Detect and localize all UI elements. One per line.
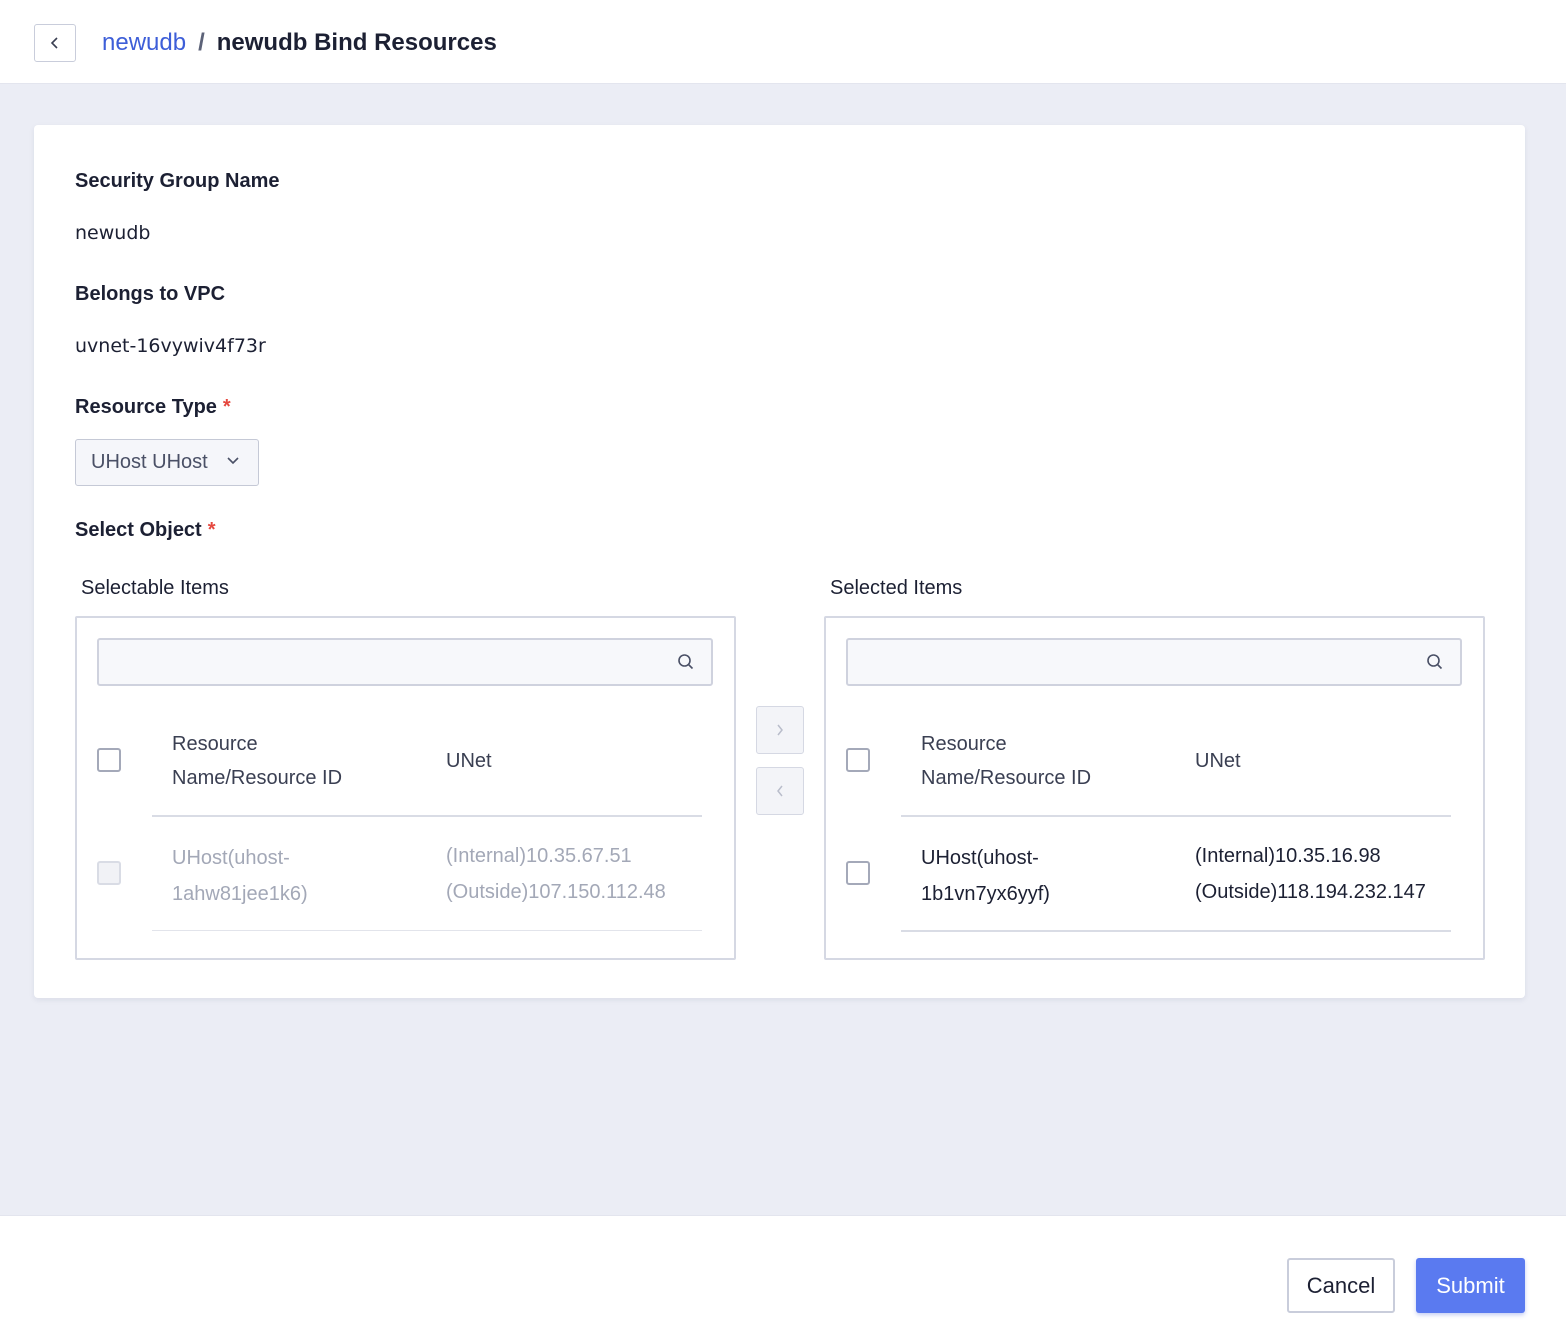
required-mark: * xyxy=(207,519,216,541)
row-resource-name: UHost(uhost- 1ahw81jee1k6) xyxy=(172,840,308,912)
selected-items-title: Selected Items xyxy=(830,577,963,599)
move-left-button[interactable] xyxy=(756,767,804,815)
unet-internal: (Internal)10.35.67.51 xyxy=(446,845,632,867)
header-divider xyxy=(152,815,702,817)
page-footer: Cancel Submit xyxy=(0,1215,1566,1328)
breadcrumb-parent-link[interactable]: newudb xyxy=(102,29,186,57)
selectable-search-input[interactable] xyxy=(99,640,711,684)
column-header-resource-name: Resource Name/Resource ID xyxy=(172,727,342,795)
column-header-line: Name/Resource ID xyxy=(921,767,1092,789)
select-all-checkbox[interactable] xyxy=(97,748,121,772)
resource-name-line: UHost(uhost- xyxy=(172,847,290,869)
search-icon[interactable] xyxy=(677,653,695,671)
select-all-checkbox[interactable] xyxy=(846,748,870,772)
row-checkbox[interactable] xyxy=(97,861,121,885)
cancel-button[interactable]: Cancel xyxy=(1287,1258,1395,1313)
vpc-value: uvnet-16vywiv4f73r xyxy=(75,335,266,357)
required-mark: * xyxy=(222,396,231,418)
row-checkbox[interactable] xyxy=(846,861,870,885)
back-button[interactable] xyxy=(34,24,76,62)
selected-search-input[interactable] xyxy=(848,640,1460,684)
page-title: newudb Bind Resources xyxy=(216,29,497,56)
resource-type-label-text: Resource Type xyxy=(75,396,217,418)
column-header-line: Resource xyxy=(921,733,1007,755)
chevron-right-icon xyxy=(777,724,783,736)
row-divider xyxy=(152,930,702,931)
select-object-label-text: Select Object xyxy=(75,519,202,541)
vpc-label: Belongs to VPC xyxy=(75,283,226,305)
column-header-unet: UNet xyxy=(446,750,492,772)
chevron-down-icon xyxy=(227,457,239,465)
unet-internal: (Internal)10.35.16.98 xyxy=(1195,845,1381,867)
column-header-unet: UNet xyxy=(1195,750,1241,772)
header-divider xyxy=(901,815,1451,817)
search-icon[interactable] xyxy=(1426,653,1444,671)
select-object-label: Select Object * xyxy=(75,519,216,542)
breadcrumb-separator: / xyxy=(198,29,205,56)
breadcrumb: newudb / newudb Bind Resources xyxy=(102,26,497,60)
security-group-value: newudb xyxy=(75,222,151,244)
column-header-resource-name: Resource Name/Resource ID xyxy=(921,727,1091,795)
selectable-items-panel: Resource Name/Resource ID UNet UHost(uho… xyxy=(75,616,736,960)
selectable-search-box xyxy=(97,638,713,686)
resource-id-line: 1ahw81jee1k6) xyxy=(172,883,308,905)
selectable-items-title: Selectable Items xyxy=(81,577,229,599)
resource-type-selected-value: UHost UHost xyxy=(91,451,208,473)
resource-name-line: UHost(uhost- xyxy=(921,847,1039,869)
form-card: Security Group Name newudb Belongs to VP… xyxy=(34,125,1525,998)
row-unet: (Internal)10.35.16.98 (Outside)118.194.2… xyxy=(1195,838,1426,910)
move-right-button[interactable] xyxy=(756,706,804,754)
row-resource-name: UHost(uhost- 1b1vn7yx6yyf) xyxy=(921,840,1050,912)
submit-button[interactable]: Submit xyxy=(1416,1258,1525,1313)
resource-id-line: 1b1vn7yx6yyf) xyxy=(921,883,1050,905)
selected-search-box xyxy=(846,638,1462,686)
row-divider xyxy=(901,930,1451,932)
unet-outside: (Outside)107.150.112.48 xyxy=(446,881,666,903)
chevron-left-icon xyxy=(50,37,58,49)
unet-outside: (Outside)118.194.232.147 xyxy=(1195,881,1426,903)
column-header-line: Name/Resource ID xyxy=(172,767,343,789)
security-group-label: Security Group Name xyxy=(75,170,280,192)
resource-type-select[interactable]: UHost UHost xyxy=(75,439,259,486)
row-unet: (Internal)10.35.67.51 (Outside)107.150.1… xyxy=(446,838,666,910)
resource-type-label: Resource Type * xyxy=(75,396,231,419)
selected-items-panel: Resource Name/Resource ID UNet UHost(uho… xyxy=(824,616,1485,960)
column-header-line: Resource xyxy=(172,733,258,755)
page-header: newudb / newudb Bind Resources xyxy=(0,0,1566,84)
chevron-left-icon xyxy=(777,785,783,797)
